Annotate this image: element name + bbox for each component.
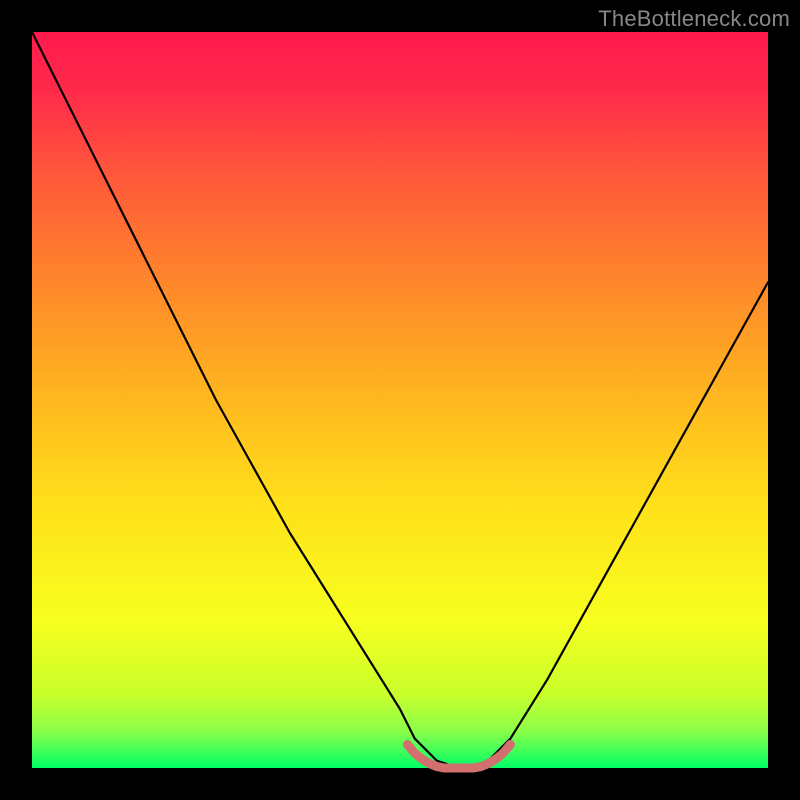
chart-container: TheBottleneck.com bbox=[0, 0, 800, 800]
bottleneck-chart bbox=[0, 0, 800, 800]
attribution-text: TheBottleneck.com bbox=[598, 6, 790, 32]
plot-background bbox=[32, 32, 768, 768]
